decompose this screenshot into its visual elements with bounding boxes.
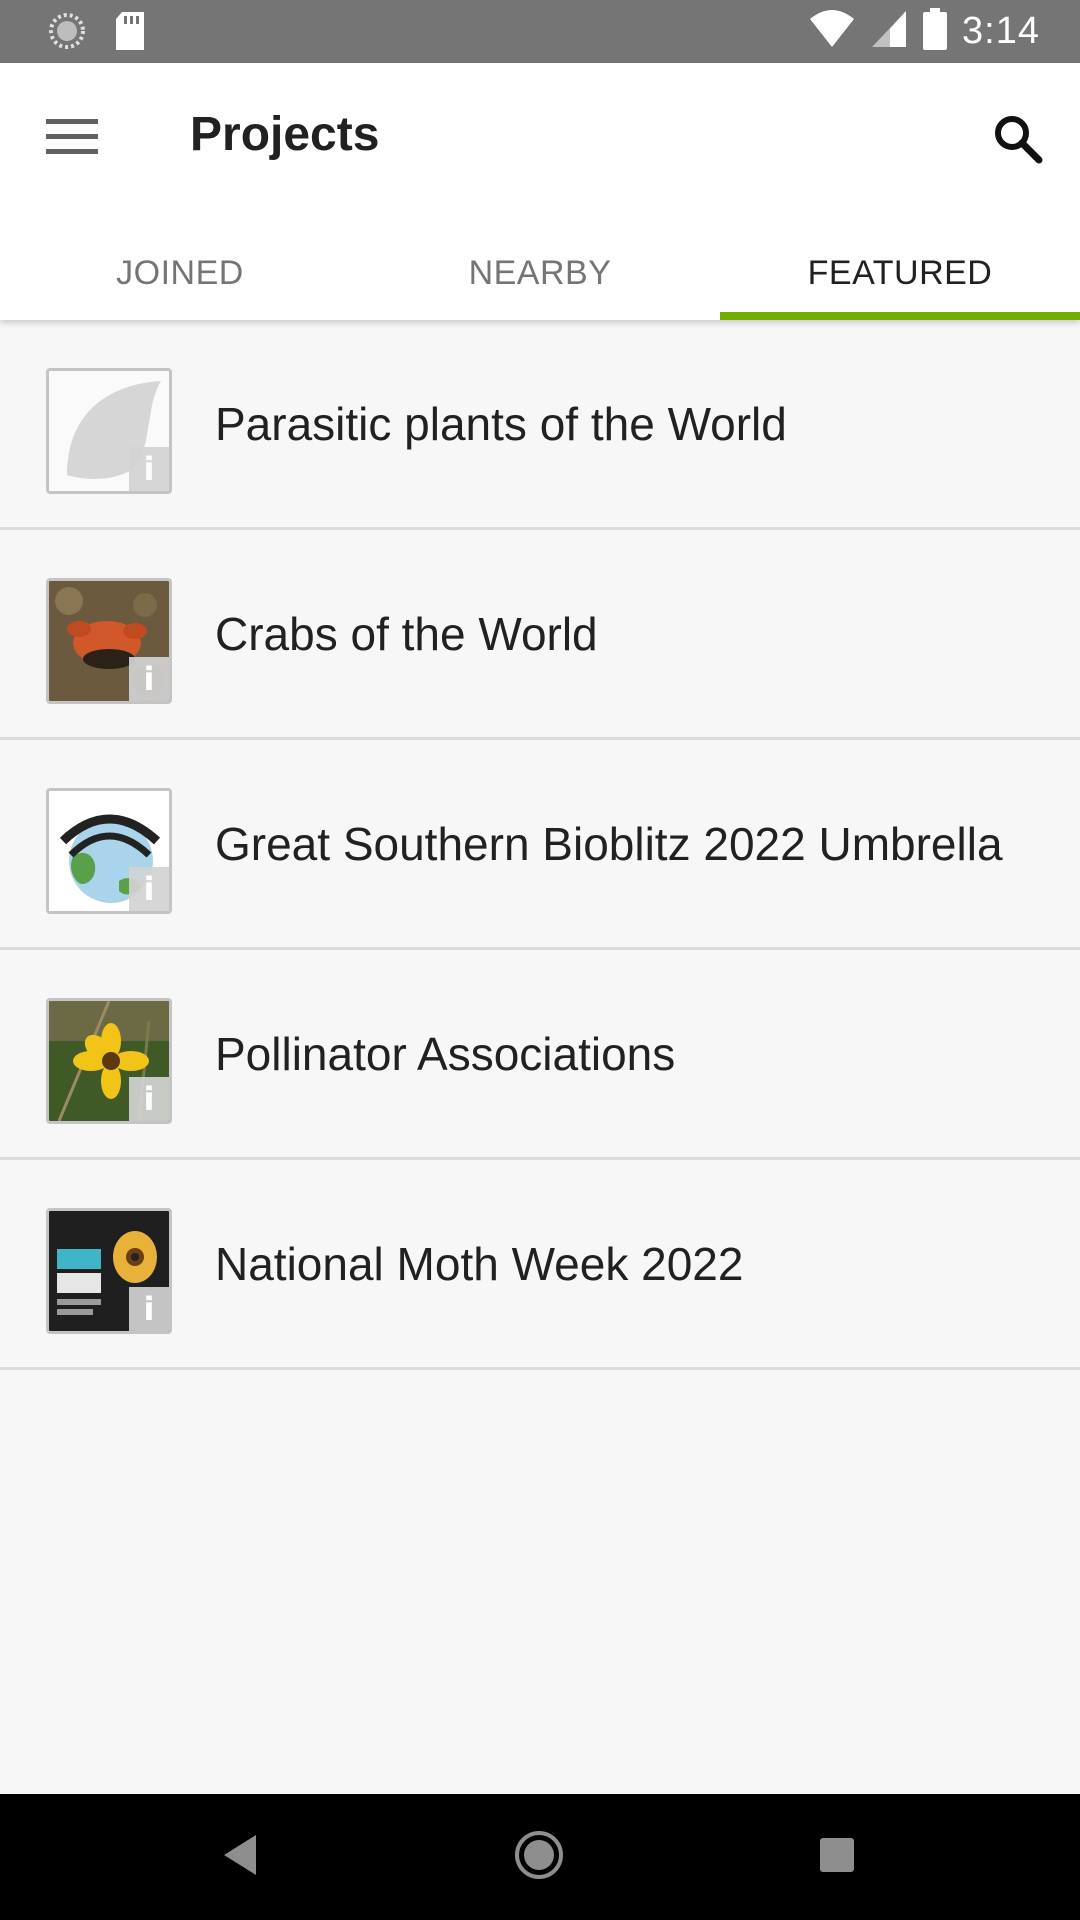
battery-icon bbox=[922, 8, 948, 55]
list-item[interactable]: i National Moth Week 2022 bbox=[0, 1160, 1080, 1370]
list-item[interactable]: i Pollinator Associations bbox=[0, 950, 1080, 1160]
home-button[interactable] bbox=[509, 1827, 569, 1887]
project-thumbnail: i bbox=[46, 1208, 172, 1334]
tab-featured[interactable]: FEATURED bbox=[720, 226, 1080, 320]
project-thumbnail: i bbox=[46, 578, 172, 704]
sync-icon bbox=[48, 12, 86, 55]
tab-nearby[interactable]: NEARBY bbox=[360, 226, 720, 320]
cell-signal-icon bbox=[870, 9, 908, 54]
project-title: National Moth Week 2022 bbox=[215, 1237, 744, 1290]
list-item[interactable]: i Crabs of the World bbox=[0, 530, 1080, 740]
info-icon[interactable]: i bbox=[129, 447, 169, 491]
list-item[interactable]: i Parasitic plants of the World bbox=[0, 320, 1080, 530]
info-icon[interactable]: i bbox=[129, 1287, 169, 1331]
project-list: i Parasitic plants of the World i Crabs … bbox=[0, 320, 1080, 1370]
project-thumbnail: i bbox=[46, 998, 172, 1124]
app-bar: Projects JOINED NEARBY FEATURED bbox=[0, 63, 1080, 320]
back-triangle-icon bbox=[220, 1833, 260, 1882]
wifi-icon bbox=[808, 9, 856, 54]
sd-card-icon bbox=[114, 12, 146, 55]
search-icon bbox=[993, 114, 1043, 169]
recents-square-icon bbox=[817, 1835, 857, 1880]
hamburger-menu-icon bbox=[46, 117, 98, 162]
project-title: Parasitic plants of the World bbox=[215, 397, 787, 450]
home-circle-icon bbox=[513, 1829, 565, 1886]
info-icon[interactable]: i bbox=[129, 1077, 169, 1121]
project-thumbnail: i bbox=[46, 368, 172, 494]
project-thumbnail: i bbox=[46, 788, 172, 914]
back-button[interactable] bbox=[210, 1827, 270, 1887]
project-title: Pollinator Associations bbox=[215, 1027, 676, 1080]
page-title: Projects bbox=[190, 108, 380, 161]
info-icon[interactable]: i bbox=[129, 657, 169, 701]
tab-joined[interactable]: JOINED bbox=[0, 226, 360, 320]
info-icon[interactable]: i bbox=[129, 867, 169, 911]
list-item[interactable]: i Great Southern Bioblitz 2022 Umbrella bbox=[0, 740, 1080, 950]
project-title: Crabs of the World bbox=[215, 607, 598, 660]
project-title: Great Southern Bioblitz 2022 Umbrella bbox=[215, 817, 1003, 870]
menu-button[interactable] bbox=[36, 103, 108, 175]
clock: 3:14 bbox=[962, 10, 1040, 52]
navigation-bar bbox=[0, 1794, 1080, 1920]
recents-button[interactable] bbox=[807, 1827, 867, 1887]
status-bar: 3:14 bbox=[0, 0, 1080, 63]
search-button[interactable] bbox=[982, 105, 1054, 177]
tab-bar: JOINED NEARBY FEATURED bbox=[0, 226, 1080, 320]
